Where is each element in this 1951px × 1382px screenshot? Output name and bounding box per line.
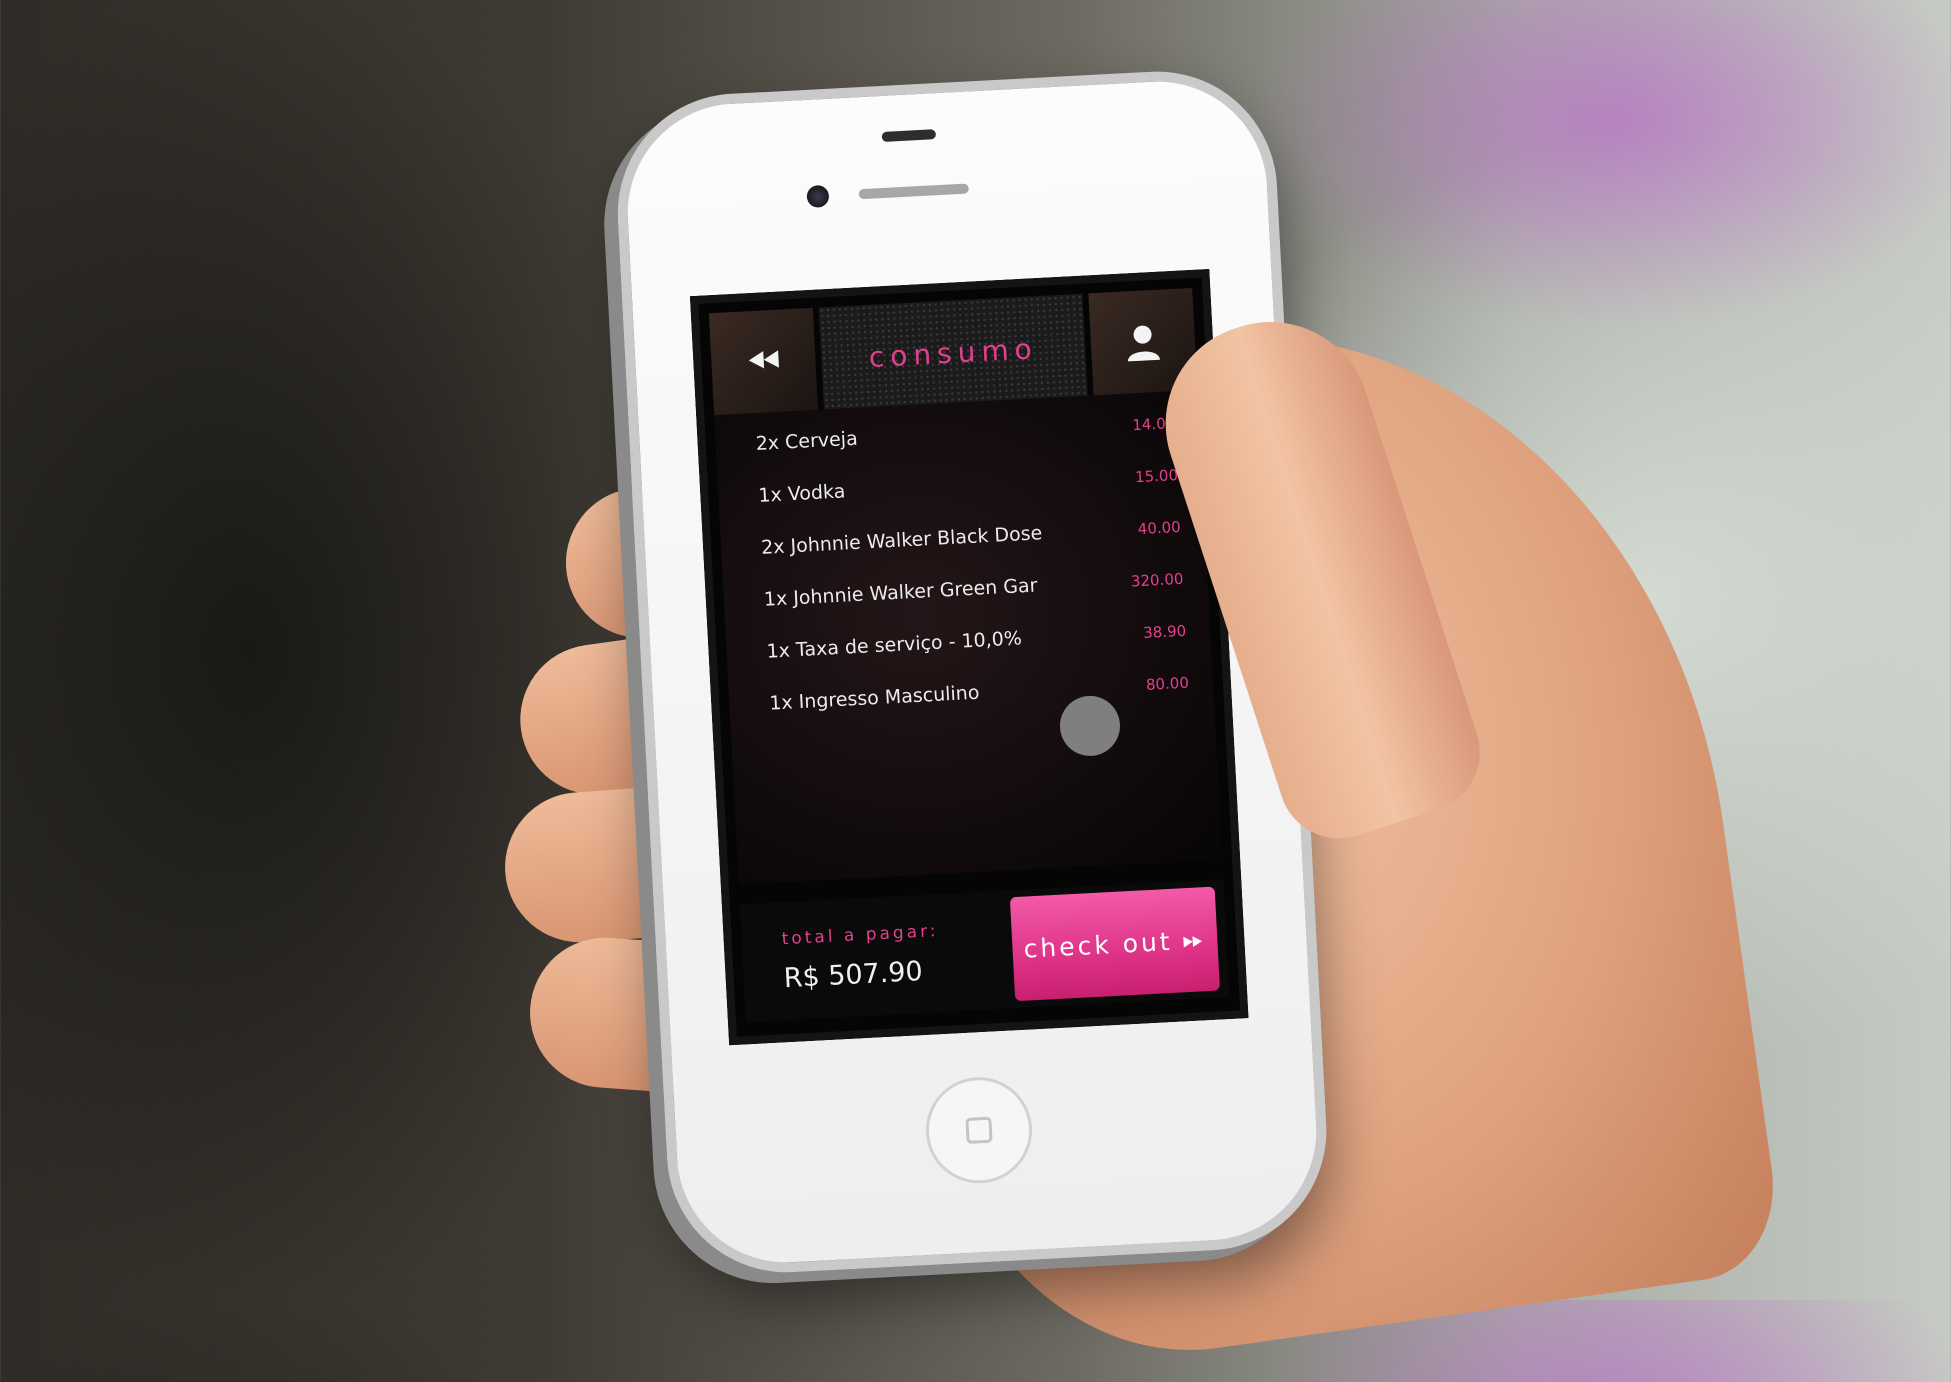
app-screen: ⏪︎ consumo 2x Cerveja 14.00 1x Vodka 15.…	[689, 269, 1249, 1046]
title-panel: consumo	[818, 293, 1088, 412]
user-icon	[1127, 325, 1160, 362]
item-label: 2x Cerveja	[755, 427, 859, 455]
home-square-icon	[965, 1116, 993, 1144]
item-price: 38.90	[1142, 621, 1187, 642]
fast-forward-icon: ⏩︎	[1181, 923, 1208, 955]
item-price: 15.00	[1134, 465, 1179, 487]
back-button[interactable]: ⏪︎	[708, 307, 819, 418]
phone: ⏪︎ consumo 2x Cerveja 14.00 1x Vodka 15.…	[611, 65, 1333, 1279]
total-label: total a pagar:	[781, 920, 939, 949]
total-block: total a pagar: R$ 507.90	[741, 917, 1014, 996]
total-value: R$ 507.90	[782, 955, 924, 994]
camera-icon	[806, 184, 830, 208]
order-list: 2x Cerveja 14.00 1x Vodka 15.00 2x Johnn…	[755, 411, 1191, 745]
item-price: 80.00	[1145, 673, 1190, 694]
checkout-label: check out	[1022, 926, 1174, 964]
item-price: 320.00	[1130, 569, 1184, 591]
checkout-button[interactable]: check out ⏩︎	[1009, 886, 1221, 1002]
earpiece	[881, 129, 937, 142]
item-price: 40.00	[1137, 517, 1182, 539]
item-label: 1x Vodka	[757, 480, 846, 507]
speaker	[858, 183, 969, 200]
rewind-icon: ⏪︎	[745, 336, 782, 388]
checkout-bar: total a pagar: R$ 507.90 check out ⏩︎	[739, 879, 1230, 1023]
page-title: consumo	[867, 331, 1039, 374]
home-button[interactable]	[923, 1074, 1035, 1186]
